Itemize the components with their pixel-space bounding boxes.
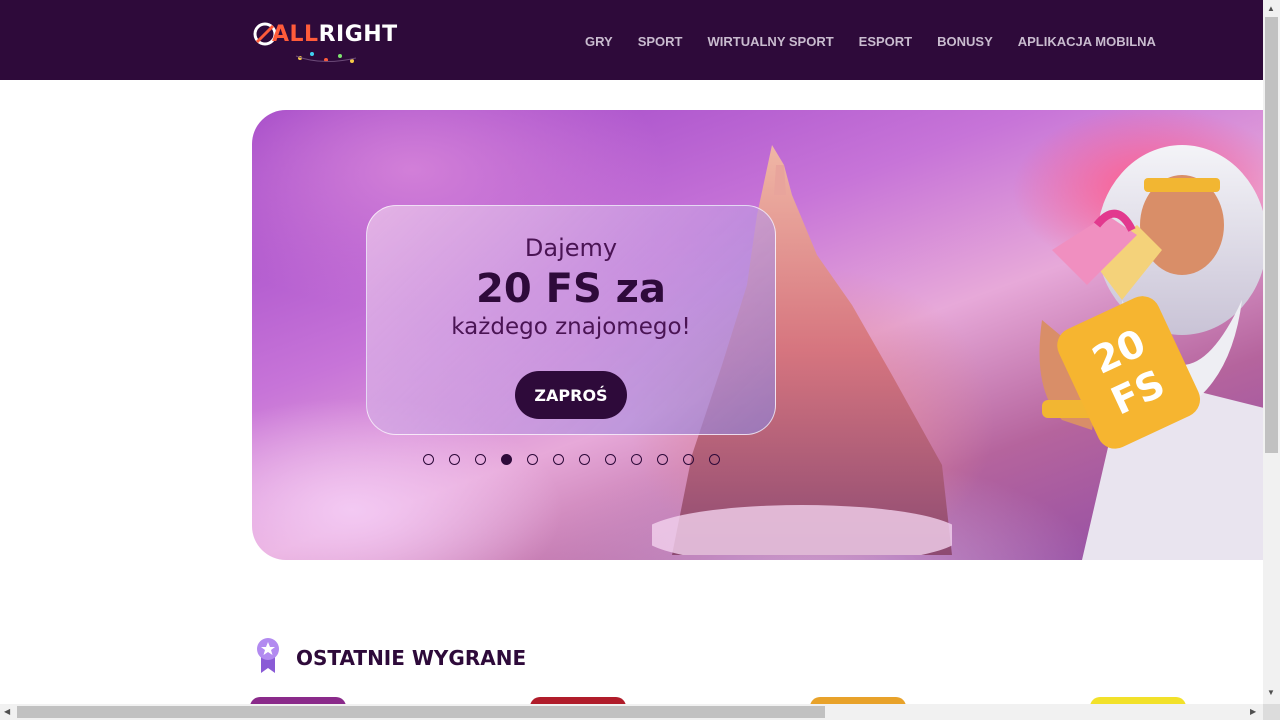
nav-item-virtual-sport[interactable]: WIRTUALNY SPORT	[708, 34, 834, 49]
logo-text-part-b: RIGHT	[318, 22, 398, 47]
carousel-dot[interactable]	[683, 454, 694, 465]
carousel-dot[interactable]	[579, 454, 590, 465]
recent-wins-title: OSTATNIE WYGRANE	[296, 646, 527, 670]
promo-line-1: Dajemy	[524, 234, 618, 262]
carousel-dot[interactable]	[475, 454, 486, 465]
invite-button[interactable]: ZAPROŚ	[515, 371, 627, 419]
site-logo[interactable]: ALLRIGHT	[252, 18, 397, 64]
main-nav: GRY SPORT WIRTUALNY SPORT ESPORT BONUSY …	[585, 34, 1181, 49]
arrow-up-icon[interactable]: ▲	[1267, 4, 1275, 13]
medal-star-icon	[257, 638, 279, 673]
promo-headline: 20 FS za	[476, 266, 666, 312]
carousel-dot[interactable]	[709, 454, 720, 465]
promo-card: Dajemy 20 FS za każdego znajomego! ZAPRO…	[366, 205, 776, 435]
carousel-dot[interactable]	[631, 454, 642, 465]
arrow-left-icon[interactable]: ◀	[4, 707, 10, 716]
vertical-scroll-thumb[interactable]	[1265, 17, 1278, 453]
hero-banner[interactable]: 20 FS Dajemy 20 FS za każdego znajomego!…	[252, 110, 1263, 560]
carousel-dot[interactable]	[449, 454, 460, 465]
nav-item-esport[interactable]: ESPORT	[859, 34, 912, 49]
scrollbar-corner	[1263, 704, 1280, 720]
logo-text: ALLRIGHT	[272, 22, 398, 47]
nav-item-games[interactable]: GRY	[585, 34, 613, 49]
carousel-dot[interactable]	[605, 454, 616, 465]
carousel-dot[interactable]	[527, 454, 538, 465]
carousel-dot[interactable]	[423, 454, 434, 465]
nav-item-sport[interactable]: SPORT	[638, 34, 683, 49]
site-header: ALLRIGHT GRY SPORT WIRTUALNY SPORT ESPOR…	[0, 0, 1263, 80]
arrow-right-icon[interactable]: ▶	[1250, 707, 1256, 716]
carousel-dot[interactable]	[553, 454, 564, 465]
vertical-scrollbar[interactable]: ▲ ▼	[1263, 0, 1280, 704]
carousel-dot[interactable]	[501, 454, 512, 465]
carousel-dot[interactable]	[657, 454, 668, 465]
horizontal-scroll-thumb[interactable]	[17, 706, 825, 718]
carousel-dots	[423, 454, 735, 465]
promo-line-3: każdego znajomego!	[451, 314, 691, 340]
horizontal-scrollbar[interactable]: ◀ ▶	[0, 704, 1263, 720]
nav-item-bonuses[interactable]: BONUSY	[937, 34, 993, 49]
nav-item-mobile-app[interactable]: APLIKACJA MOBILNA	[1018, 34, 1156, 49]
arrow-down-icon[interactable]: ▼	[1267, 688, 1275, 697]
logo-text-part-a: ALL	[272, 22, 319, 47]
page: ALLRIGHT GRY SPORT WIRTUALNY SPORT ESPOR…	[0, 0, 1280, 720]
zeus-character-illustration: 20 FS	[1039, 145, 1263, 560]
